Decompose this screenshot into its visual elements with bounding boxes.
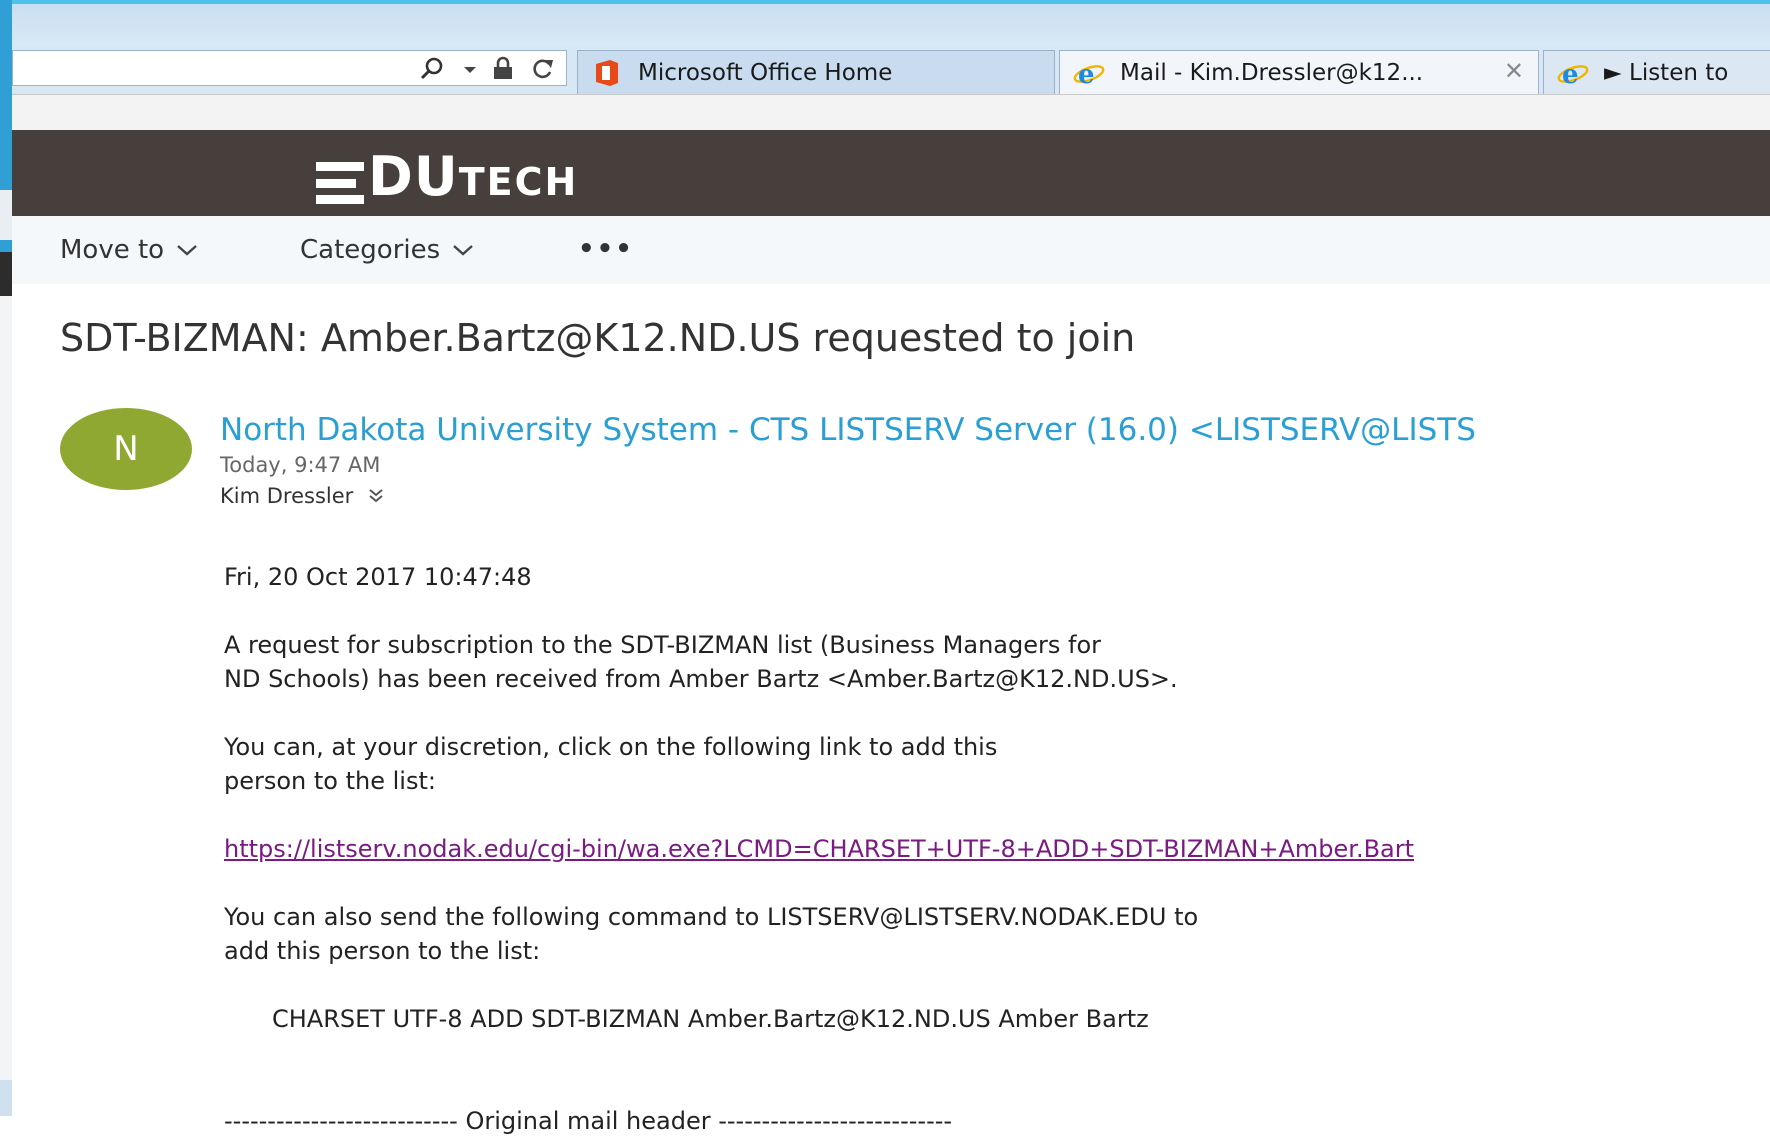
tab-microsoft-office-home[interactable]: Microsoft Office Home [577,50,1055,94]
tab-label: Mail - Kim.Dressler@k12... [1120,59,1424,86]
move-to-label: Move to [60,235,165,265]
tab-listen[interactable]: e ► Listen to [1543,50,1770,94]
address-bar[interactable] [12,50,567,86]
message-timestamp: Today, 9:47 AM [220,453,381,477]
logo-text-small: TECH [458,160,579,204]
browser-toolbar-strip [12,94,1770,131]
avatar[interactable]: N [60,408,192,490]
dropdown-arrow-icon[interactable] [462,56,478,82]
original-header-divider: --------------------------- Original mai… [224,1107,953,1135]
body-text: You can, at your discretion, click on th… [224,733,998,761]
chevron-down-icon [453,245,473,256]
body-date: Fri, 20 Oct 2017 10:47:48 [224,563,532,591]
body-text: ND Schools) has been received from Amber… [224,665,1178,693]
browser-titlebar [12,0,1770,46]
svg-text:e: e [1078,60,1095,88]
message-body: Fri, 20 Oct 2017 10:47:48 A request for … [224,560,1770,1138]
edutech-logo: DU TECH [316,144,578,204]
brand-header: DU TECH [12,130,1770,216]
edge-panel [0,296,12,1096]
edge-chip [0,252,12,296]
move-to-button[interactable]: Move to [60,235,198,265]
office-icon [596,59,618,86]
mail-toolbar: Move to Categories ••• [12,216,1770,284]
categories-button[interactable]: Categories [300,235,474,265]
body-text: You can also send the following command … [224,903,1199,931]
search-icon[interactable] [416,56,450,82]
tab-label: Microsoft Office Home [638,59,893,86]
add-subscriber-link[interactable]: https://listserv.nodak.edu/cgi-bin/wa.ex… [224,835,1414,863]
desktop-edge [0,0,12,1116]
more-icon: ••• [578,234,634,264]
refresh-icon[interactable] [528,56,556,82]
logo-text-big: DU [368,145,459,208]
body-text: person to the list: [224,767,436,795]
expand-recipients-icon[interactable] [367,487,385,505]
sender-name-link[interactable]: North Dakota University System - CTS LIS… [220,412,1476,448]
tab-mail[interactable]: e Mail - Kim.Dressler@k12... ✕ [1059,50,1539,94]
close-tab-icon[interactable]: ✕ [1504,57,1524,85]
listserv-command: CHARSET UTF-8 ADD SDT-BIZMAN Amber.Bartz… [272,1005,1149,1033]
logo-e-mark [316,162,364,204]
address-bar-icons [416,55,556,83]
body-text: add this person to the list: [224,937,541,965]
body-text: A request for subscription to the SDT-BI… [224,631,1101,659]
svg-text:e: e [1562,60,1579,88]
lock-icon[interactable] [490,56,516,82]
categories-label: Categories [300,235,441,265]
message-subject: SDT-BIZMAN: Amber.Bartz@K12.ND.US reques… [60,316,1136,360]
edge-chip [0,1080,12,1116]
ie-icon: e [1557,60,1589,88]
chevron-down-icon [177,245,197,256]
recipient-row[interactable]: Kim Dressler [220,484,385,508]
avatar-initial: N [113,429,139,469]
tab-label: ► Listen to [1604,59,1729,86]
more-options-button[interactable]: ••• [578,234,634,264]
edge-chip [0,190,12,240]
recipient-name: Kim Dressler [220,484,354,508]
ie-icon: e [1073,60,1105,88]
